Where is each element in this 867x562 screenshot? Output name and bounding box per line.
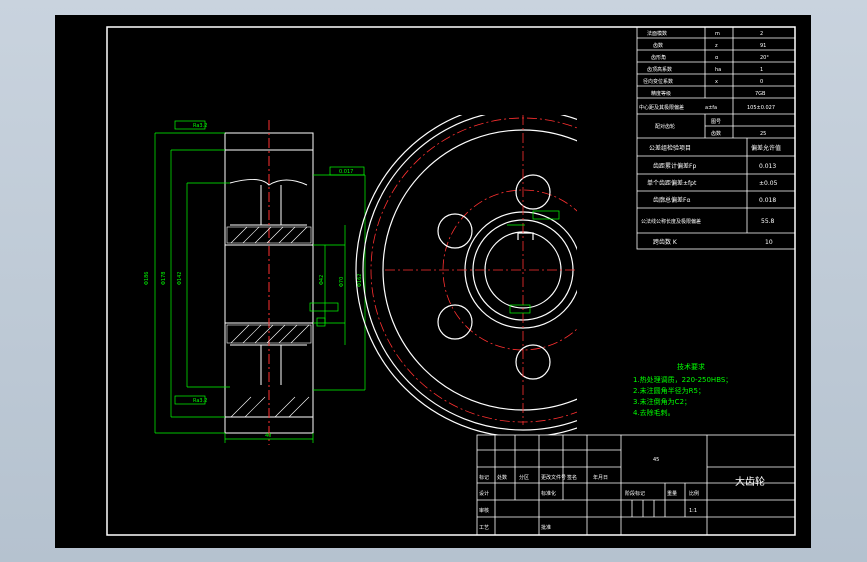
face-width-label: 40 — [265, 433, 271, 439]
svg-text:ha: ha — [715, 67, 721, 73]
svg-text:2: 2 — [760, 31, 763, 37]
rim-diameter-label: Φ162 — [357, 274, 363, 287]
svg-text:1: 1 — [760, 67, 763, 73]
svg-text:齿数: 齿数 — [711, 130, 721, 137]
svg-text:审核: 审核 — [479, 507, 489, 514]
svg-text:分区: 分区 — [519, 474, 529, 481]
bore-diameter-label: Φ42 — [319, 275, 325, 285]
svg-text:偏差允许值: 偏差允许值 — [751, 144, 781, 152]
svg-text:设计: 设计 — [479, 490, 489, 497]
material-label: 45 — [653, 457, 659, 463]
svg-text:齿距累计偏差Fp: 齿距累计偏差Fp — [653, 162, 696, 170]
svg-text:批准: 批准 — [541, 524, 551, 531]
svg-text:1.热处理调质，220-250HBS；: 1.热处理调质，220-250HBS； — [633, 375, 732, 384]
svg-text:公法线公称长度及极限偏差: 公法线公称长度及极限偏差 — [641, 218, 701, 225]
svg-text:10: 10 — [765, 239, 773, 246]
svg-text:7GB: 7GB — [755, 91, 766, 97]
svg-text:0.013: 0.013 — [759, 163, 776, 170]
svg-text:标准化: 标准化 — [541, 490, 556, 497]
svg-text:0.018: 0.018 — [759, 197, 776, 204]
title-block-text: 标记 处数 分区 更改文件号 签名 年月日 设计 标准化 阶段标记 重量 比例 … — [479, 457, 765, 531]
svg-text:齿形角: 齿形角 — [651, 54, 666, 61]
svg-text:105±0.027: 105±0.027 — [747, 105, 775, 111]
svg-text:2.未注圆角半径为R5；: 2.未注圆角半径为R5； — [633, 386, 705, 395]
svg-text:55.8: 55.8 — [761, 218, 775, 225]
svg-text:z: z — [715, 43, 718, 49]
svg-text:±0.05: ±0.05 — [759, 180, 778, 187]
svg-text:重量: 重量 — [667, 490, 677, 497]
svg-text:图号: 图号 — [711, 119, 721, 125]
front-view-dimensions — [507, 210, 560, 314]
svg-text:径向变位系数: 径向变位系数 — [643, 78, 673, 85]
svg-text:25: 25 — [760, 131, 766, 137]
svg-text:91: 91 — [760, 43, 766, 49]
svg-text:x: x — [715, 79, 718, 85]
svg-text:4.去除毛刺。: 4.去除毛刺。 — [633, 408, 675, 417]
svg-text:m: m — [715, 31, 720, 37]
svg-text:0: 0 — [760, 79, 763, 85]
svg-text:处数: 处数 — [497, 474, 507, 481]
svg-text:更改文件号: 更改文件号 — [541, 474, 566, 481]
svg-text:公差组检验项目: 公差组检验项目 — [649, 144, 691, 152]
roughness-bottom: Ra3.2 — [193, 398, 207, 404]
svg-text:配对齿轮: 配对齿轮 — [655, 123, 675, 130]
drawing-border — [106, 26, 796, 536]
svg-text:齿数: 齿数 — [653, 42, 663, 49]
svg-text:跨齿数 K: 跨齿数 K — [653, 238, 678, 246]
svg-text:工艺: 工艺 — [479, 525, 489, 531]
roughness-top: Ra3.2 — [193, 123, 207, 129]
hub-diameter-label: Φ70 — [339, 277, 345, 287]
drawing-canvas: Φ186 Φ178 Φ142 Φ42 Φ70 Φ162 40 0.017 Ra3… — [106, 26, 796, 536]
drawing-sheet: Φ186 Φ178 Φ142 Φ42 Φ70 Φ162 40 0.017 Ra3… — [55, 15, 811, 548]
svg-text:中心距及其极限偏差: 中心距及其极限偏差 — [639, 104, 684, 111]
root-diameter-label: Φ178 — [161, 272, 167, 285]
dimension-lines — [154, 120, 366, 443]
svg-text:法面模数: 法面模数 — [647, 30, 667, 37]
svg-text:齿廓总偏差Fα: 齿廓总偏差Fα — [653, 196, 690, 204]
tolerance-frame: 0.017 — [339, 169, 353, 175]
svg-text:年月日: 年月日 — [593, 474, 608, 481]
svg-text:单个齿距偏差±fpt: 单个齿距偏差±fpt — [647, 179, 697, 187]
technical-requirements: 技术要求 1.热处理调质，220-250HBS； 2.未注圆角半径为R5； 3.… — [633, 362, 732, 417]
part-name: 大齿轮 — [735, 475, 765, 488]
svg-text:齿顶高系数: 齿顶高系数 — [647, 66, 672, 73]
svg-text:a±fa: a±fa — [705, 105, 717, 111]
svg-text:α: α — [715, 55, 719, 61]
svg-text:20°: 20° — [760, 55, 769, 61]
svg-text:阶段标记: 阶段标记 — [625, 490, 645, 497]
svg-text:比例: 比例 — [689, 490, 699, 497]
gear-section-view — [224, 120, 314, 445]
svg-text:精度等级: 精度等级 — [651, 90, 671, 97]
web-diameter-label: Φ142 — [177, 272, 183, 285]
svg-text:标记: 标记 — [479, 474, 489, 481]
scale-label: 1:1 — [689, 508, 697, 514]
svg-text:3.未注倒角为C2；: 3.未注倒角为C2； — [633, 397, 691, 406]
svg-text:签名: 签名 — [567, 474, 577, 481]
svg-text:技术要求: 技术要求 — [677, 362, 705, 371]
tip-diameter-label: Φ186 — [144, 272, 150, 285]
